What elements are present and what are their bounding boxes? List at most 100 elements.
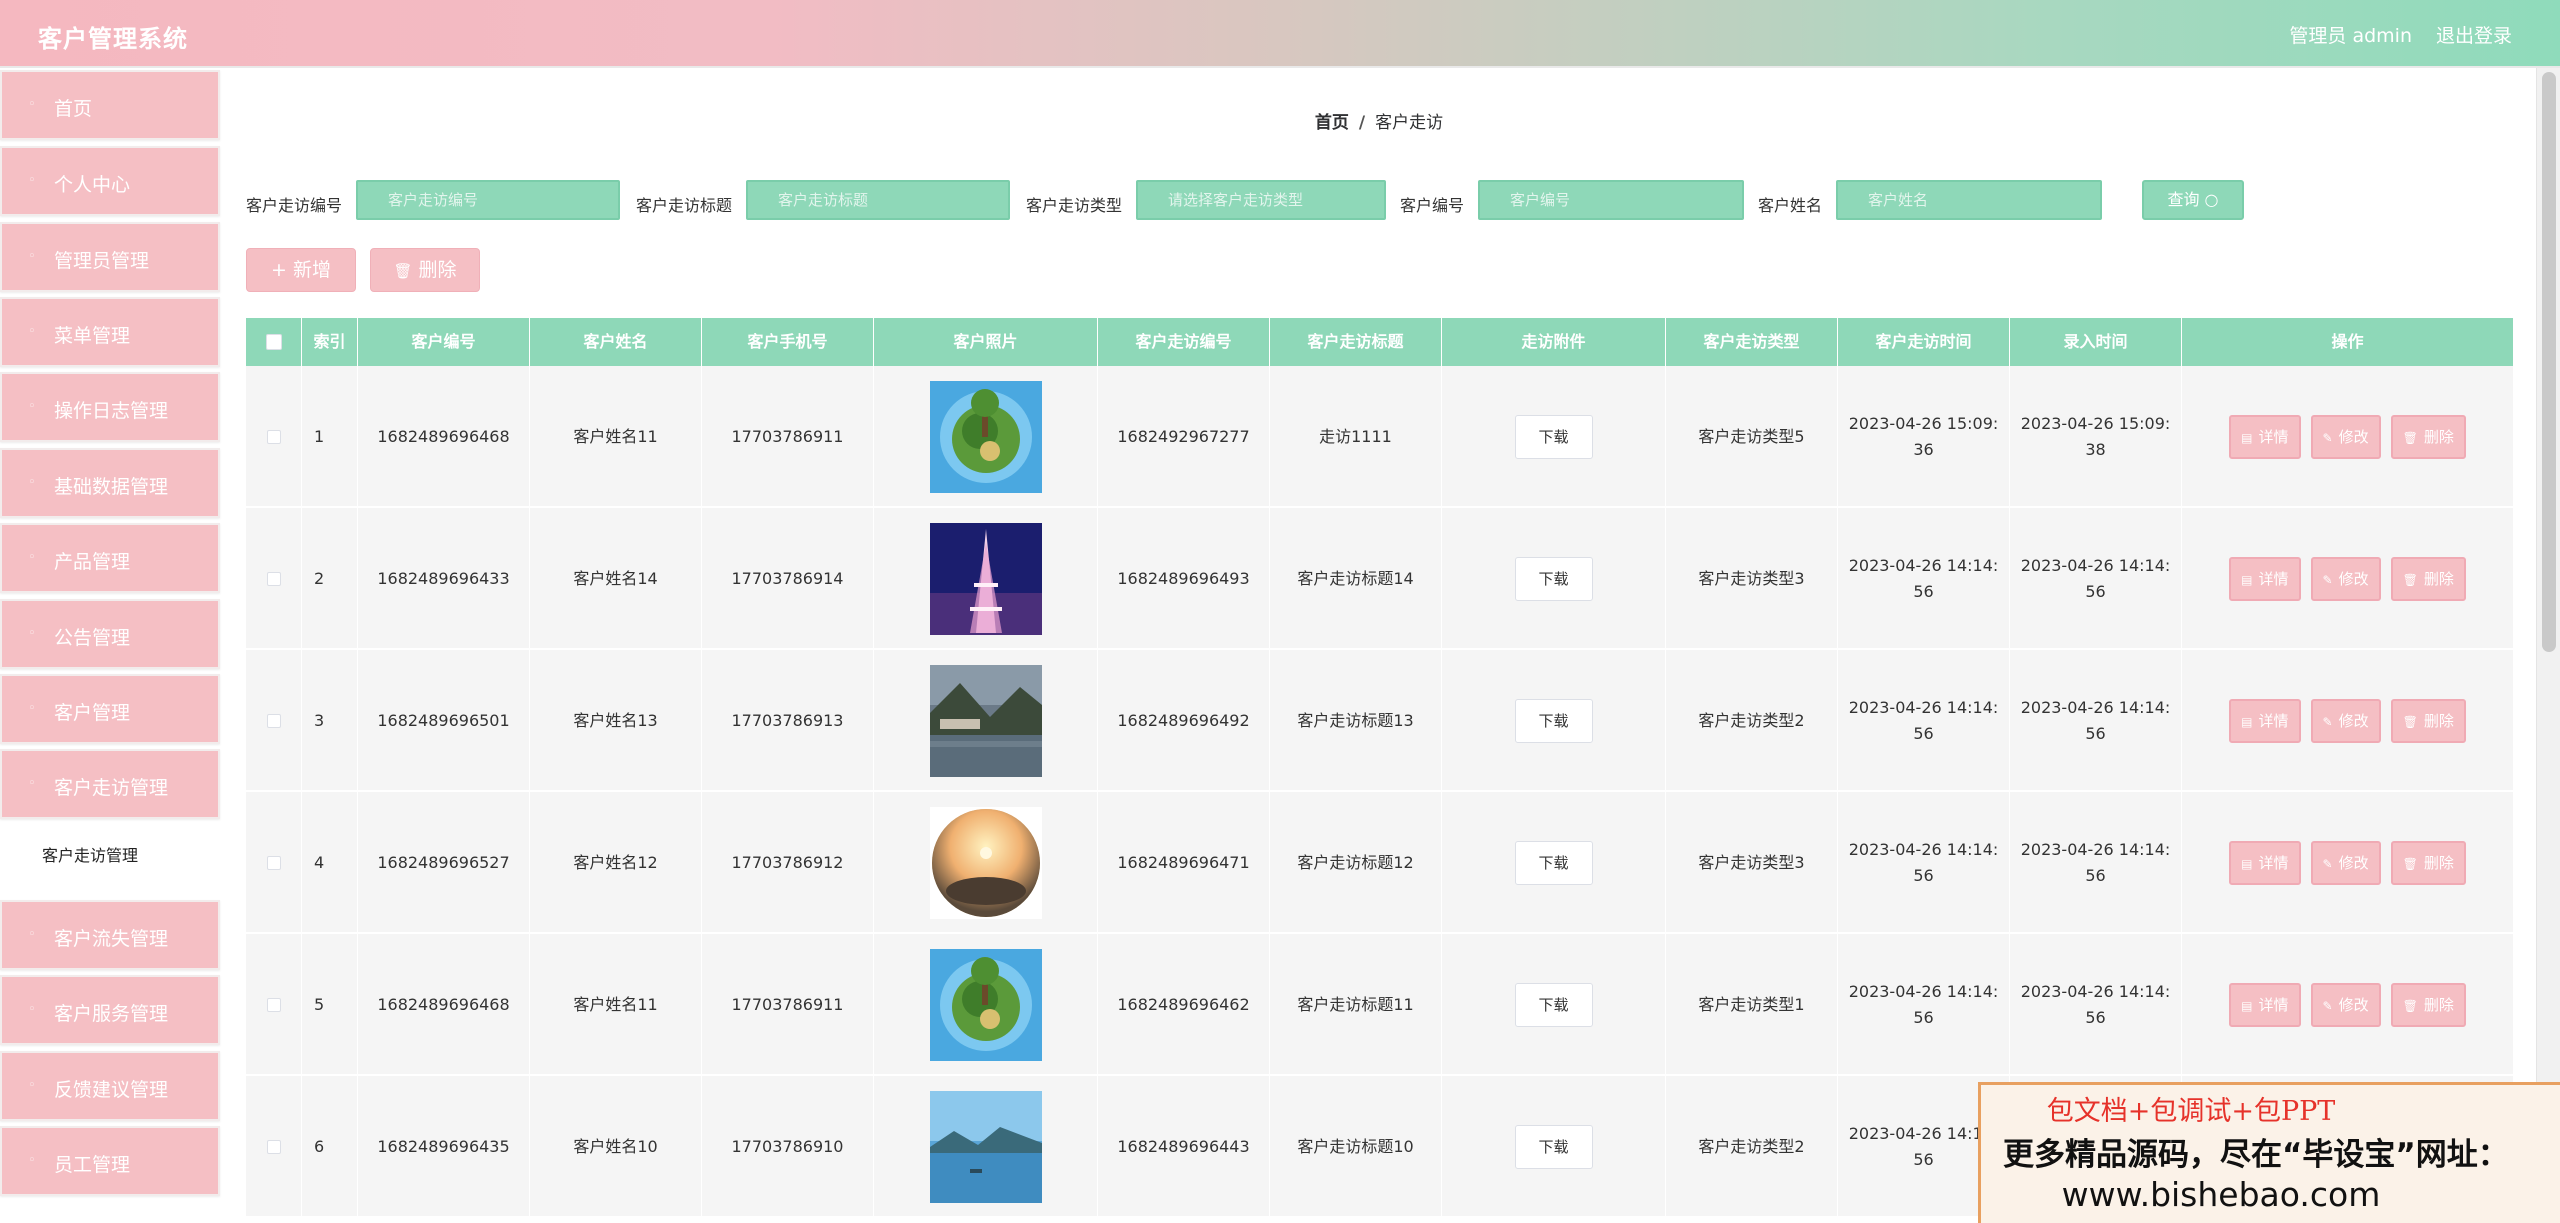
download-button[interactable]: 下载	[1514, 557, 1593, 601]
row-checkbox[interactable]	[266, 856, 281, 870]
row-checkbox[interactable]	[266, 572, 281, 586]
detail-button[interactable]: ▤ 详情	[2229, 415, 2301, 459]
delete-button[interactable]: 🗑 删除	[2390, 983, 2466, 1027]
menu-icon: ◦	[28, 475, 36, 490]
customer-photo[interactable]	[929, 1091, 1042, 1203]
sidebar-item[interactable]: ◦ 员工管理	[0, 1126, 220, 1196]
edit-button[interactable]: ✎ 修改	[2310, 699, 2381, 743]
row-checkbox[interactable]	[266, 714, 281, 728]
column-header: 客户编号	[358, 318, 530, 366]
document-icon: ▤	[2241, 431, 2253, 445]
detail-button[interactable]: ▤ 详情	[2229, 557, 2301, 601]
edit-button[interactable]: ✎ 修改	[2310, 983, 2381, 1027]
operations-cell: ▤ 详情 ✎ 修改 🗑 删除	[2182, 366, 2514, 508]
sidebar-item[interactable]: ◦ 客户服务管理	[0, 975, 220, 1045]
sidebar-item[interactable]: ◦ 菜单管理	[0, 297, 220, 367]
customer-no-cell: 1682489696501	[358, 650, 530, 792]
index-cell: 3	[302, 650, 358, 792]
download-button[interactable]: 下载	[1514, 699, 1593, 743]
download-button[interactable]: 下载	[1514, 415, 1593, 459]
visit-no-cell: 1682489696493	[1098, 508, 1270, 650]
detail-button[interactable]: ▤ 详情	[2229, 699, 2301, 743]
detail-button-label: 详情	[2258, 570, 2289, 588]
visit-title-input[interactable]	[746, 180, 1010, 220]
document-icon: ▤	[2241, 999, 2253, 1013]
customer-photo[interactable]	[929, 523, 1042, 635]
visit-time-text: 2023-04-26 15:09:36	[1848, 414, 1999, 459]
logout-link[interactable]: 退出登录	[2436, 21, 2512, 48]
customer-name-text: 客户姓名12	[573, 853, 658, 872]
delete-button[interactable]: 🗑 删除	[2390, 841, 2466, 885]
breadcrumb-home[interactable]: 首页	[1315, 113, 1349, 133]
pencil-icon: ✎	[2322, 999, 2333, 1013]
phone-text: 17703786914	[731, 569, 844, 588]
sidebar-item[interactable]: ◦ 反馈建议管理	[0, 1051, 220, 1121]
customer-no-cell: 1682489696468	[358, 366, 530, 508]
visit-no-text: 1682489696492	[1117, 711, 1250, 730]
search-form: 客户走访编号 客户走访标题 客户走访类型 客户编号 客户姓名 查询 ○	[246, 180, 2536, 224]
attachment-cell: 下载	[1442, 792, 1666, 934]
sidebar-item[interactable]: ◦ 操作日志管理	[0, 372, 220, 442]
edit-button[interactable]: ✎ 修改	[2310, 841, 2381, 885]
menu-icon: ◦	[28, 1153, 36, 1168]
column-header: 客户走访类型	[1666, 318, 1838, 366]
customer-no-input[interactable]	[1478, 180, 1744, 220]
sidebar-item-label: 客户服务管理	[54, 1003, 169, 1025]
visit-title-cell: 走访1111	[1270, 366, 1442, 508]
detail-button-label: 详情	[2258, 712, 2289, 730]
sidebar-item[interactable]: ◦ 个人中心	[0, 146, 220, 216]
sidebar-item[interactable]: ◦ 管理员管理	[0, 222, 220, 292]
detail-button[interactable]: ▤ 详情	[2229, 983, 2301, 1027]
download-button[interactable]: 下载	[1514, 841, 1593, 885]
customer-name-text: 客户姓名13	[573, 711, 658, 730]
edit-button[interactable]: ✎ 修改	[2310, 557, 2381, 601]
delete-button[interactable]: 🗑 删除	[2390, 557, 2466, 601]
menu-icon: ◦	[28, 1078, 36, 1093]
edit-button-label: 修改	[2338, 854, 2369, 872]
admin-user-label: 管理员 admin	[2289, 25, 2412, 47]
detail-button[interactable]: ▤ 详情	[2229, 841, 2301, 885]
row-checkbox[interactable]	[266, 430, 281, 444]
sidebar-item[interactable]: ◦ 首页	[0, 70, 220, 140]
menu-icon: ◦	[28, 173, 36, 188]
top-bar: 客户管理系统 管理员 admin 退出登录	[0, 0, 2560, 68]
batch-delete-button[interactable]: 🗑 删除	[370, 248, 480, 292]
submenu-item-visit[interactable]: 客户走访管理	[0, 822, 222, 884]
download-button[interactable]: 下载	[1514, 983, 1593, 1027]
sidebar-item[interactable]: ◦ 客户管理	[0, 674, 220, 744]
sidebar-item[interactable]: ◦ 产品管理	[0, 523, 220, 593]
visit-no-input[interactable]	[356, 180, 620, 220]
customer-photo[interactable]	[929, 381, 1042, 493]
search-button[interactable]: 查询 ○	[2142, 180, 2244, 220]
customer-no-cell: 1682489696433	[358, 508, 530, 650]
customer-photo[interactable]	[929, 807, 1042, 919]
sidebar-item[interactable]: ◦ 客户走访管理	[0, 749, 220, 819]
sidebar-item-label: 管理员管理	[54, 250, 150, 272]
add-button[interactable]: + 新增	[246, 248, 356, 292]
customer-photo[interactable]	[929, 949, 1042, 1061]
operations-cell: ▤ 详情 ✎ 修改 🗑 删除	[2182, 792, 2514, 934]
visit-type-select[interactable]	[1136, 180, 1386, 220]
promo-line-1: 包文档+包调试+包PPT	[2046, 1096, 2336, 1127]
select-all-checkbox[interactable]	[266, 334, 282, 350]
customer-photo[interactable]	[929, 665, 1042, 777]
row-checkbox[interactable]	[266, 1140, 281, 1154]
customer-name-text: 客户姓名11	[573, 995, 658, 1014]
phone-cell: 17703786910	[702, 1076, 874, 1218]
download-button[interactable]: 下载	[1514, 1125, 1593, 1169]
trash-icon: 🗑	[2402, 715, 2418, 729]
scrollbar-thumb[interactable]	[2542, 72, 2556, 652]
sidebar-item[interactable]: ◦ 基础数据管理	[0, 448, 220, 518]
delete-button[interactable]: 🗑 删除	[2390, 699, 2466, 743]
delete-button[interactable]: 🗑 删除	[2390, 415, 2466, 459]
visit-no-text: 1682489696493	[1117, 569, 1250, 588]
attachment-cell: 下载	[1442, 366, 1666, 508]
sidebar-item[interactable]: ◦ 公告管理	[0, 599, 220, 669]
edit-button[interactable]: ✎ 修改	[2310, 415, 2381, 459]
page-scrollbar[interactable]	[2536, 68, 2560, 1223]
entry-time-cell: 2023-04-26 15:09:38	[2010, 366, 2182, 508]
row-checkbox[interactable]	[266, 998, 281, 1012]
customer-name-input[interactable]	[1836, 180, 2102, 220]
sidebar-item-label: 菜单管理	[54, 325, 131, 347]
sidebar-item[interactable]: ◦ 客户流失管理	[0, 900, 220, 970]
